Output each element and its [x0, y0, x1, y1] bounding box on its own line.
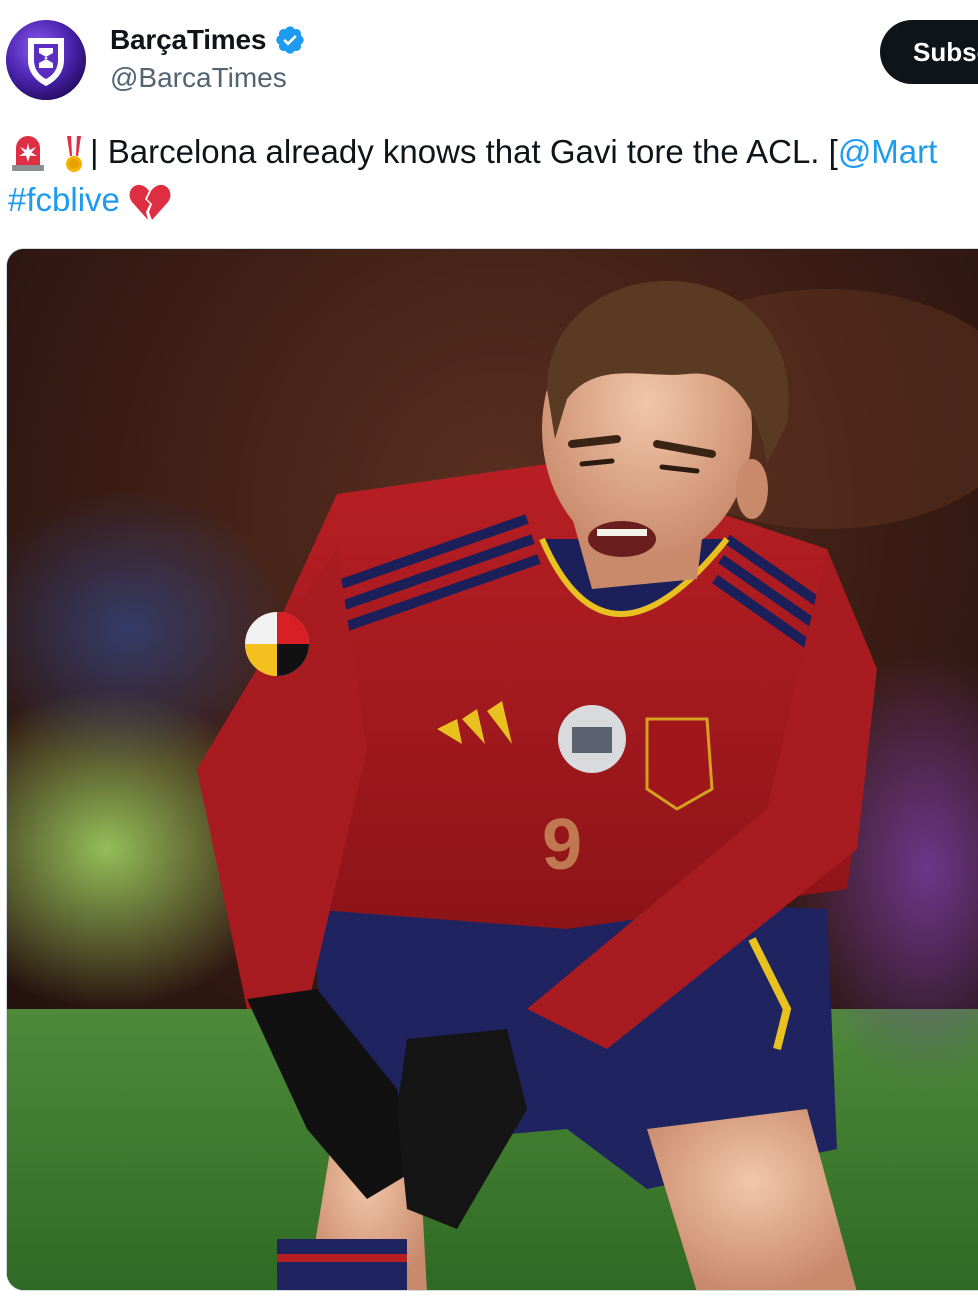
author-name-row[interactable]: BarçaTimes	[110, 22, 306, 58]
military-medal-emoji-icon	[62, 134, 86, 174]
tweet-media-photo[interactable]: 9	[6, 248, 978, 1291]
author-handle[interactable]: @BarcaTimes	[110, 62, 287, 94]
tweet-text-line-1: | Barcelona already knows that Gavi tore…	[8, 132, 937, 174]
barcatimes-logo-icon	[6, 20, 86, 100]
mention-link[interactable]: @Mart	[838, 133, 938, 170]
verified-badge-icon	[276, 26, 304, 54]
tweet-viewport: BarçaTimes @BarcaTimes Subscribe	[0, 0, 978, 1304]
rotating-light-emoji-icon	[8, 134, 48, 174]
subscribe-button[interactable]: Subscribe	[880, 20, 978, 84]
avatar[interactable]	[6, 20, 86, 100]
tweet-body-text: | Barcelona already knows that Gavi tore…	[90, 133, 838, 170]
hashtag-link[interactable]: #fcblive	[8, 181, 120, 218]
tweet-text-line-2: #fcblive	[8, 180, 172, 222]
tweet-card: BarçaTimes @BarcaTimes Subscribe	[0, 0, 978, 1304]
display-name[interactable]: BarçaTimes	[110, 24, 266, 56]
shirt-number: 9	[542, 805, 582, 885]
photo-gavi-injury-icon: 9	[7, 249, 978, 1290]
broken-heart-emoji-icon	[128, 182, 172, 222]
